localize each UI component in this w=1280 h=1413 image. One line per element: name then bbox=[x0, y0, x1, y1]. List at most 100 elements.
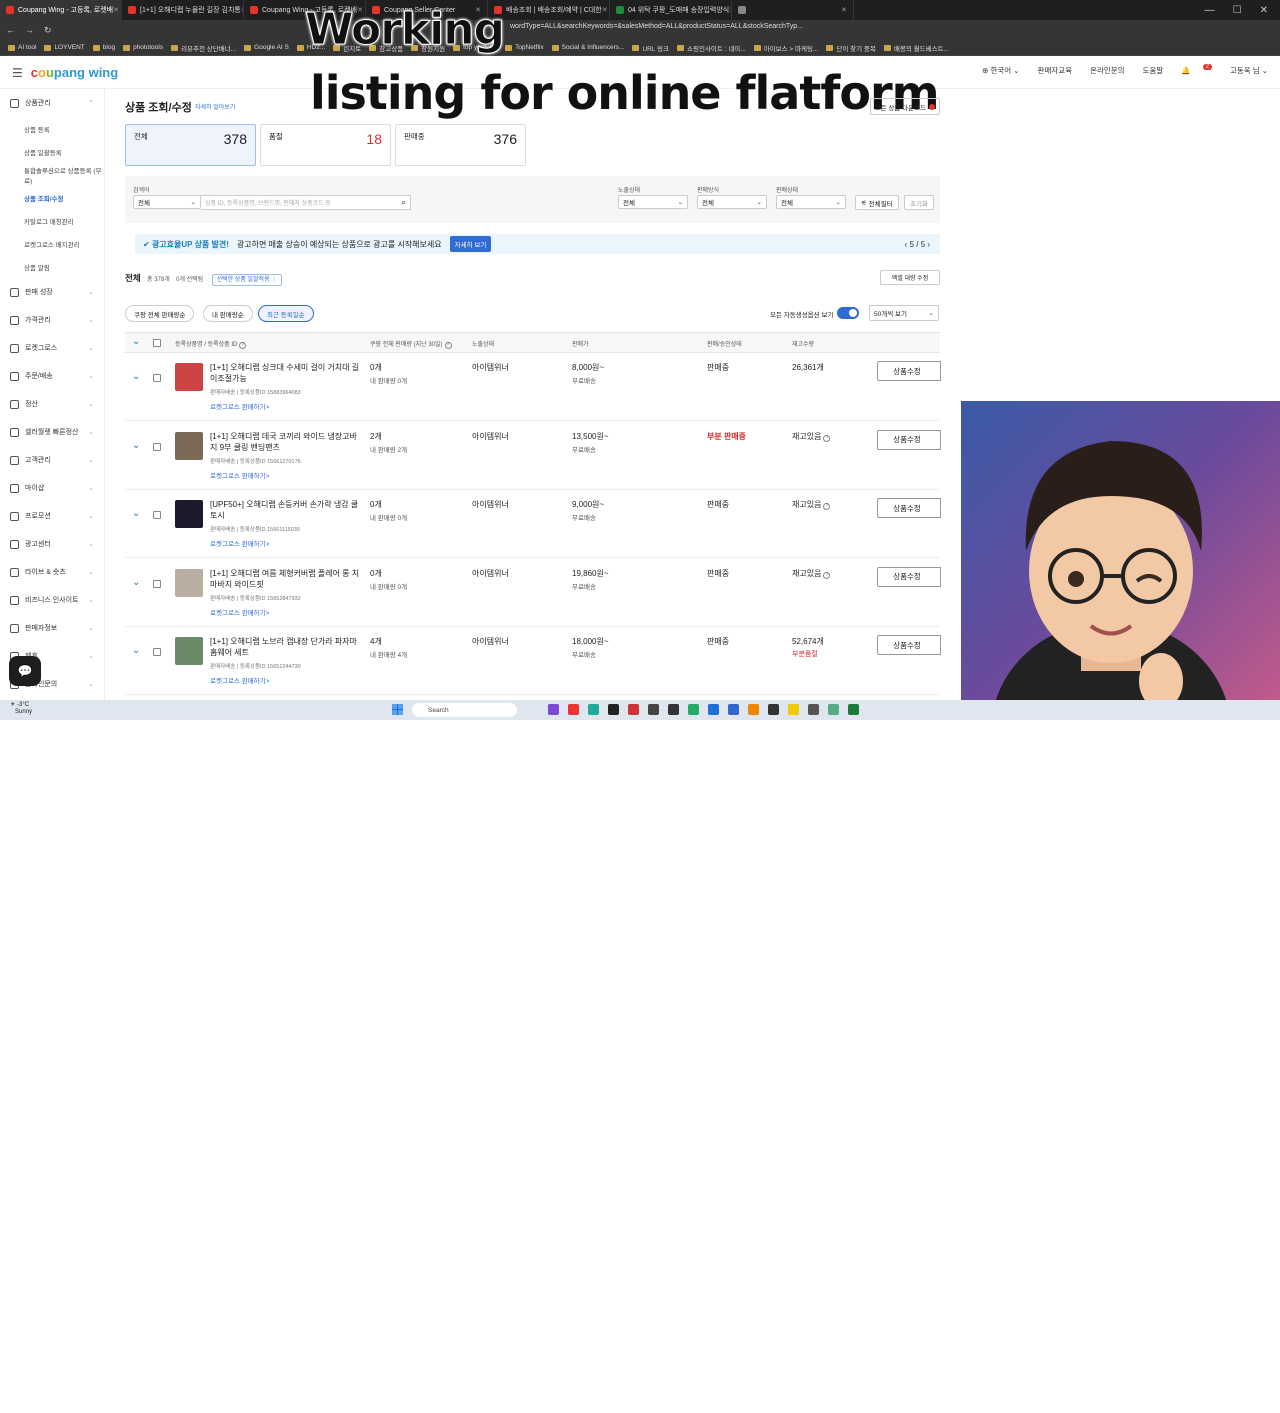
product-thumbnail[interactable] bbox=[175, 431, 203, 460]
user-menu[interactable]: 고동욱 님 ⌄ bbox=[1230, 65, 1268, 76]
app-icon[interactable] bbox=[568, 704, 579, 715]
row-checkbox[interactable] bbox=[153, 579, 161, 588]
product-thumbnail[interactable] bbox=[175, 637, 203, 665]
bookmark-item[interactable]: LOYVENT bbox=[44, 44, 85, 51]
bulk-apply-button[interactable]: 선택한 상품 일괄적용 ⋮ bbox=[211, 274, 283, 286]
product-thumbnail[interactable] bbox=[175, 568, 203, 597]
coupang-wing-logo[interactable]: coupang wing bbox=[31, 65, 118, 80]
bookmark-item[interactable]: Social & Influencers... bbox=[551, 44, 624, 51]
bell-icon[interactable]: 🔔 bbox=[1181, 66, 1190, 75]
per-page-select[interactable]: 50개씩 보기 ⌄ bbox=[869, 305, 939, 321]
bookmark-item[interactable]: Google AI S bbox=[244, 44, 289, 51]
reload-icon[interactable]: ↻ bbox=[44, 25, 52, 36]
sidebar-item[interactable]: 고객관리 ⌄ bbox=[0, 446, 104, 474]
app-icon[interactable] bbox=[848, 704, 859, 715]
browser-tab[interactable]: ✕ bbox=[732, 0, 854, 20]
reset-button[interactable]: 초기화 bbox=[904, 195, 934, 210]
sort-my-sales[interactable]: 내 판매량순 bbox=[203, 305, 253, 322]
app-icon[interactable] bbox=[708, 704, 719, 715]
sidebar-subitem[interactable]: 카탈로그 매칭관리 bbox=[0, 209, 104, 232]
browser-tab[interactable]: [1+1] 오해디랩 누물란 길장 김치통✕ bbox=[122, 0, 244, 20]
expand-row-icon[interactable]: ⌄ bbox=[132, 645, 140, 656]
sidebar-item[interactable]: 셀러월렛 빠른정산 ⌄ bbox=[0, 418, 104, 446]
more-button[interactable] bbox=[935, 498, 941, 518]
more-button[interactable] bbox=[935, 429, 941, 450]
download-button[interactable]: 모든 상품 다운로드 bbox=[870, 98, 940, 115]
bookmark-item[interactable]: TopNetflix bbox=[505, 44, 544, 51]
sidebar-subitem[interactable]: 상품 일괄등록 bbox=[0, 140, 104, 163]
banner-pager[interactable]: ‹ 5 / 5 › bbox=[905, 240, 930, 249]
row-checkbox[interactable] bbox=[153, 374, 161, 382]
stat-card-all[interactable]: 전체 378 bbox=[125, 124, 256, 166]
forward-icon[interactable]: → bbox=[25, 25, 34, 36]
learn-more-link[interactable]: 자세히 알아보기 bbox=[195, 102, 235, 111]
bookmark-item[interactable]: 단이 찾기 중복 bbox=[826, 43, 876, 53]
app-icon[interactable] bbox=[668, 704, 679, 715]
row-checkbox[interactable] bbox=[153, 648, 161, 656]
row-checkbox[interactable] bbox=[153, 511, 161, 519]
back-icon[interactable]: ← bbox=[6, 25, 15, 36]
product-name[interactable]: [1+1] 오해디랩 싱크대 수세미 걸이 거치대 길이조절가능 bbox=[210, 362, 360, 384]
bookmark-item[interactable]: URL 링크 bbox=[632, 43, 669, 53]
sidebar-subitem[interactable]: 상품 조회/수정 bbox=[0, 186, 104, 209]
more-button[interactable] bbox=[935, 566, 941, 587]
sidebar-item[interactable]: 상품관리 ⌃ bbox=[0, 89, 104, 117]
more-button[interactable] bbox=[935, 361, 941, 381]
status-select[interactable]: 전체 ⌄ bbox=[776, 195, 846, 209]
expand-row-icon[interactable]: ⌄ bbox=[132, 508, 140, 519]
sidebar-item[interactable]: 정산 ⌄ bbox=[0, 390, 104, 418]
close-tab-icon[interactable]: ✕ bbox=[841, 6, 847, 14]
expand-row-icon[interactable]: ⌄ bbox=[132, 371, 140, 382]
app-icon[interactable] bbox=[768, 704, 779, 715]
windows-start-icon[interactable] bbox=[392, 704, 403, 715]
menu-icon[interactable]: ☰ bbox=[12, 66, 23, 80]
edit-product-button[interactable]: 상품수정 bbox=[877, 566, 937, 587]
rocket-growth-link[interactable]: 로켓그로스 판매하기> bbox=[210, 401, 269, 411]
app-icon[interactable] bbox=[828, 704, 839, 715]
rocket-growth-link[interactable]: 로켓그로스 판매하기> bbox=[210, 538, 269, 548]
sidebar-item[interactable]: 로켓그로스 ⌄ bbox=[0, 334, 104, 362]
rocket-growth-link[interactable]: 로켓그로스 판매하기> bbox=[210, 470, 269, 480]
app-icon[interactable] bbox=[728, 704, 739, 715]
product-thumbnail[interactable] bbox=[175, 500, 203, 528]
sidebar-item[interactable]: 비즈니스 인사이트 ⌄ bbox=[0, 586, 104, 614]
minimize-icon[interactable]: — bbox=[1205, 5, 1215, 16]
excel-bulk-edit-button[interactable]: 엑셀 대량 수정 bbox=[880, 270, 940, 285]
method-select[interactable]: 전체 ⌄ bbox=[697, 195, 767, 209]
stat-card-soldout[interactable]: 품절 18 bbox=[260, 124, 391, 166]
close-tab-icon[interactable]: ✕ bbox=[602, 6, 608, 14]
product-name[interactable]: [1+1] 오해디랩 노브라 캡내장 단가라 파자마 홈웨어 세트 bbox=[210, 636, 360, 658]
sidebar-item[interactable]: 마이샵 ⌄ bbox=[0, 474, 104, 502]
close-tab-icon[interactable]: ✕ bbox=[113, 6, 119, 14]
sidebar-item[interactable]: 프로모션 ⌄ bbox=[0, 502, 104, 530]
bookmark-item[interactable]: phototools bbox=[123, 44, 163, 51]
ad-detail-button[interactable]: 자세히 보기 bbox=[449, 236, 492, 252]
stat-card-onsale[interactable]: 판매중 376 bbox=[395, 124, 526, 166]
expand-row-icon[interactable]: ⌄ bbox=[132, 440, 140, 451]
bookmark-item[interactable]: 배봉의 월드베스트... bbox=[883, 43, 949, 53]
browser-tab[interactable]: 배송조회 | 배송조회/예약 | C대한 ✕ bbox=[488, 0, 610, 20]
rocket-growth-link[interactable]: 로켓그로스 판매하기> bbox=[210, 675, 269, 685]
online-inquiry-link[interactable]: 온라인문의 bbox=[1090, 65, 1125, 76]
product-name[interactable]: [1+1] 오해디랩 데국 코끼리 와이드 냉장고바지 9부 쿨링 밴딩팬츠 bbox=[210, 431, 360, 453]
language-select[interactable]: ⊕ 한국어 ⌄ bbox=[982, 65, 1019, 76]
app-icon[interactable] bbox=[788, 704, 799, 715]
exposure-select[interactable]: 전체 ⌄ bbox=[618, 195, 688, 209]
bookmark-item[interactable]: 아이보스 > 마케팅... bbox=[753, 43, 818, 53]
sidebar-item[interactable]: 판매 성장 ⌄ bbox=[0, 278, 104, 306]
sort-coupang-sales[interactable]: 쿠팡 전체 판매량순 bbox=[125, 305, 195, 322]
sidebar-item[interactable]: 라이브 & 숏츠 ⌄ bbox=[0, 558, 104, 586]
close-icon[interactable]: ✕ bbox=[1260, 5, 1268, 16]
edit-product-button[interactable]: 상품수정 bbox=[877, 429, 937, 450]
maximize-icon[interactable]: ☐ bbox=[1233, 5, 1242, 16]
seller-education-link[interactable]: 판매자교육 bbox=[1038, 65, 1073, 76]
bookmark-item[interactable]: blog bbox=[92, 44, 115, 51]
edit-product-button[interactable]: 상품수정 bbox=[877, 498, 937, 518]
url-text[interactable]: wordType=ALL&searchKeywords=&salesMethod… bbox=[510, 23, 803, 30]
sidebar-subitem[interactable]: 통합솔루션으로 상품등록 (무료) bbox=[0, 163, 104, 186]
sidebar-subitem[interactable]: 로켓그로스 배지관리 bbox=[0, 232, 104, 255]
product-name[interactable]: [UPF50+] 오해디랩 손등커버 손가락 냉감 쿨토시 bbox=[210, 499, 360, 521]
search-input[interactable]: 상품 ID, 등록상품명, 브랜드명, 판매자 상품코드 등 ⌕ bbox=[201, 195, 411, 210]
app-icon[interactable] bbox=[748, 704, 759, 715]
edit-product-button[interactable]: 상품수정 bbox=[877, 361, 937, 381]
